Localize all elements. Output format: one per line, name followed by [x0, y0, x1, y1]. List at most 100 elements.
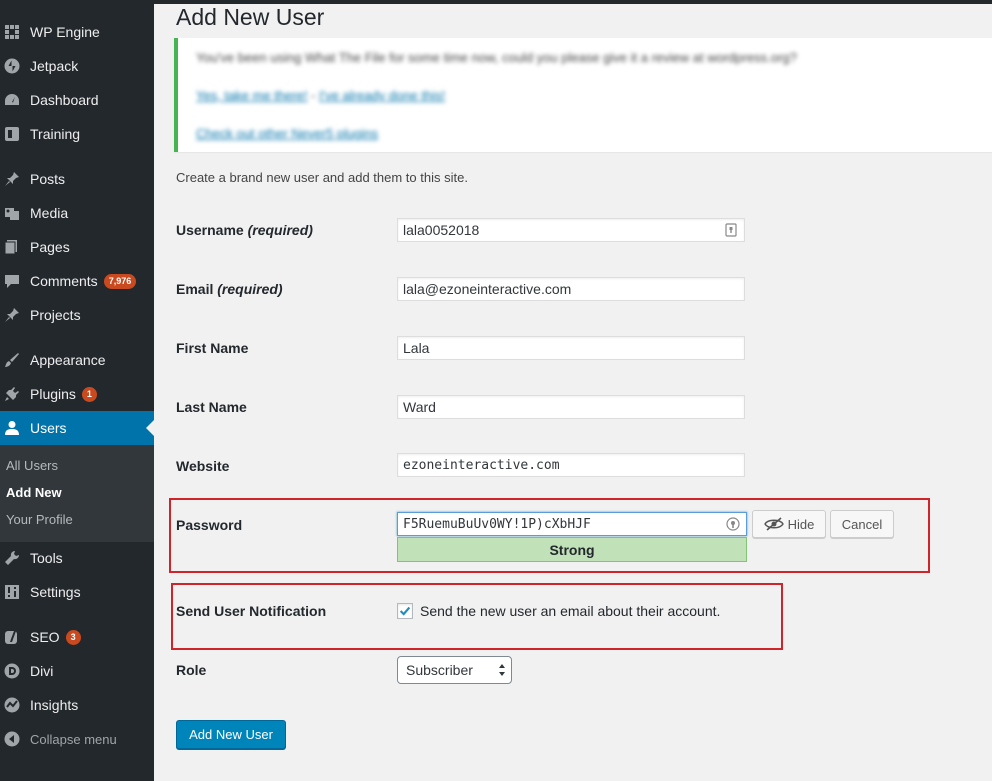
divi-icon [4, 663, 20, 679]
first-name-field[interactable]: Lala [397, 336, 745, 360]
sidebar-item-projects[interactable]: Projects [0, 298, 154, 332]
last-name-label: Last Name [176, 399, 247, 415]
sidebar-item-pages[interactable]: Pages [0, 230, 154, 264]
password-generate-icon[interactable] [726, 517, 740, 531]
sidebar-item-label: Comments [30, 273, 98, 289]
submenu-all-users[interactable]: All Users [6, 458, 58, 473]
collapse-menu-button[interactable]: Collapse menu [0, 722, 154, 756]
sidebar-item-label: SEO [30, 629, 60, 645]
sidebar-item-label: Tools [30, 550, 63, 566]
pages-icon [4, 239, 20, 255]
email-label: Email (required) [176, 281, 283, 297]
sidebar-item-appearance[interactable]: Appearance [0, 343, 154, 377]
checkmark-icon [399, 606, 411, 616]
last-name-field[interactable]: Ward [397, 395, 745, 419]
brush-icon [4, 352, 20, 368]
sidebar-item-jetpack[interactable]: Jetpack [0, 49, 154, 83]
submenu-your-profile[interactable]: Your Profile [6, 512, 73, 527]
sidebar-item-label: Plugins [30, 386, 76, 402]
sidebar-item-label: WP Engine [30, 24, 100, 40]
autofill-key-icon[interactable] [724, 223, 738, 237]
cancel-label: Cancel [841, 516, 883, 532]
cancel-password-button[interactable]: Cancel [830, 510, 894, 538]
username-value: lala0052018 [403, 222, 480, 238]
review-notice: You've been using What The File for some… [174, 38, 992, 152]
sidebar-item-label: Dashboard [30, 92, 99, 108]
intro-text: Create a brand new user and add them to … [176, 170, 468, 185]
submenu-add-new[interactable]: Add New [6, 485, 62, 500]
sidebar-item-divi[interactable]: Divi [0, 654, 154, 688]
add-new-user-button[interactable]: Add New User [176, 720, 286, 749]
user-icon [4, 420, 20, 436]
email-value: lala@ezoneinteractive.com [403, 281, 572, 297]
sidebar-item-label: Media [30, 205, 69, 221]
password-field[interactable]: F5RuemuBuUv0WY!1P)cXbHJF [397, 512, 747, 536]
sidebar-item-training[interactable]: Training [0, 117, 154, 151]
sidebar-item-tools[interactable]: Tools [0, 541, 154, 575]
username-input[interactable]: lala0052018 [397, 218, 745, 242]
email-label-text: Email [176, 281, 214, 297]
training-icon [4, 126, 20, 142]
plugin-icon [4, 386, 20, 402]
media-icon [4, 205, 20, 221]
sidebar-item-seo[interactable]: SEO 3 [0, 620, 154, 654]
seo-notification-badge: 3 [65, 629, 81, 645]
sidebar-item-label: Appearance [30, 352, 106, 368]
username-label: Username (required) [176, 222, 313, 238]
sidebar-item-label: Divi [30, 663, 54, 679]
sidebar-item-label: Pages [30, 239, 70, 255]
role-select[interactable]: Subscriber [397, 656, 512, 684]
jetpack-icon [4, 58, 20, 74]
sidebar-item-posts[interactable]: Posts [0, 162, 154, 196]
sidebar-item-settings[interactable]: Settings [0, 575, 154, 609]
password-label: Password [176, 517, 243, 533]
sidebar-item-comments[interactable]: Comments 7,976 [0, 264, 154, 298]
settings-icon [4, 584, 20, 600]
sidebar-item-dashboard[interactable]: Dashboard [0, 83, 154, 117]
admin-sidebar: WP Engine Jetpack Dashboard Training Pos… [0, 0, 154, 781]
notification-label: Send User Notification [176, 603, 327, 619]
hide-password-button[interactable]: Hide [752, 510, 826, 538]
sidebar-item-insights[interactable]: Insights [0, 688, 154, 722]
notice-links: Yes, take me there! - I've already done … [196, 88, 445, 103]
password-strength-meter: Strong [397, 537, 747, 562]
notice-link-yes[interactable]: Yes, take me there! [196, 88, 308, 103]
sidebar-item-users[interactable]: Users [0, 411, 154, 445]
sidebar-item-media[interactable]: Media [0, 196, 154, 230]
pin-icon [4, 307, 20, 323]
comments-count-badge: 7,976 [103, 273, 137, 289]
sidebar-item-label: Jetpack [30, 58, 79, 74]
notice-text: You've been using What The File for some… [196, 50, 797, 65]
email-field[interactable]: lala@ezoneinteractive.com [397, 277, 745, 301]
comments-icon [4, 273, 20, 289]
sidebar-item-label: Settings [30, 584, 81, 600]
plugins-update-badge: 1 [81, 386, 97, 402]
send-notification-checkbox[interactable] [397, 603, 413, 619]
select-arrows-icon [499, 664, 505, 676]
sidebar-item-label: Projects [30, 307, 81, 323]
wp-engine-icon [4, 24, 20, 40]
insights-icon [4, 697, 20, 713]
notice-link-plugins[interactable]: Check out other Never5 plugins [196, 126, 378, 141]
sidebar-item-wp-engine[interactable]: WP Engine [0, 15, 154, 49]
website-label: Website [176, 458, 230, 474]
role-value: Subscriber [406, 662, 473, 678]
required-marker: (required) [217, 281, 283, 297]
website-field[interactable]: ezoneinteractive.com [397, 453, 745, 477]
sidebar-item-label: Users [30, 420, 67, 436]
role-label: Role [176, 662, 207, 678]
wrench-icon [4, 550, 20, 566]
eye-hidden-icon [763, 517, 784, 531]
page-title: Add New User [176, 4, 325, 30]
hide-label: Hide [787, 516, 815, 532]
sidebar-item-label: Posts [30, 171, 66, 187]
users-submenu: All Users Add New Your Profile [0, 445, 154, 542]
yoast-icon [4, 629, 20, 645]
sidebar-item-plugins[interactable]: Plugins 1 [0, 377, 154, 411]
notification-checkbox-label[interactable]: Send the new user an email about their a… [420, 603, 720, 619]
collapse-menu-label: Collapse menu [30, 731, 117, 747]
notice-separator: - [311, 88, 316, 103]
required-marker: (required) [247, 222, 313, 238]
notice-link-done[interactable]: I've already done this! [319, 88, 445, 103]
website-value: ezoneinteractive.com [403, 457, 560, 473]
